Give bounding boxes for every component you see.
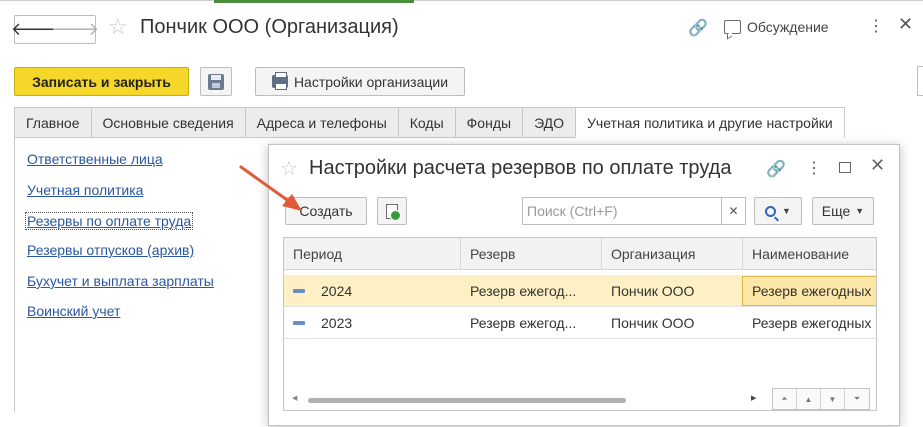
sidebar-item-accounting-policy[interactable]: Учетная политика (27, 182, 143, 198)
org-cell: Пончик ООО (611, 315, 695, 331)
maximize-icon[interactable] (839, 162, 851, 173)
toolbar-overflow-edge (917, 66, 923, 96)
tab-addresses[interactable]: Адреса и телефоны (244, 107, 398, 138)
annotation-arrow (239, 165, 302, 211)
favorite-star-icon[interactable]: ☆ (108, 14, 128, 40)
copy-doc-icon (386, 203, 401, 221)
column-header[interactable]: Наименование (743, 238, 876, 270)
link-icon[interactable]: 🔗 (688, 18, 708, 38)
reserves-settings-dialog: ☆ Настройки расчета резервов по оплате т… (268, 144, 900, 426)
save-and-close-button[interactable]: Записать и закрыть (14, 67, 189, 96)
search-icon (765, 205, 777, 217)
top-strip (0, 0, 923, 4)
save-button[interactable] (200, 67, 232, 96)
nav-group: 🡐 🡒 (11, 15, 99, 44)
column-header[interactable]: Организация (602, 238, 743, 270)
more-menu-icon[interactable]: ⋮ (868, 16, 884, 36)
printer-icon (271, 72, 288, 90)
more-label: Еще (821, 203, 851, 219)
sidebar-item-accounting-payout[interactable]: Бухучет и выплата зарплаты (27, 273, 214, 289)
tab-basic-info[interactable]: Основные сведения (90, 107, 245, 138)
floppy-icon (208, 73, 224, 90)
back-button[interactable]: 🡐 (11, 16, 59, 43)
table-row[interactable]: 2024 Резерв ежегод... Пончик ООО Резерв … (284, 275, 876, 307)
search-input[interactable]: Поиск (Ctrl+F) (522, 197, 722, 225)
period-value: 2023 (321, 315, 353, 331)
table-row[interactable]: 2023 Резерв ежегод... Пончик ООО Резерв … (284, 307, 876, 339)
tab-accounting-policy[interactable]: Учетная политика и другие настройки (575, 107, 845, 138)
period-cell: 2024 (284, 275, 461, 307)
top-divider (0, 0, 923, 1)
org-settings-button[interactable]: Настройки организации (255, 67, 465, 96)
sidebar-item-responsible[interactable]: Ответственные лица (27, 151, 163, 167)
column-header[interactable]: Период (284, 238, 461, 270)
name-cell: Резерв ежегодных (752, 315, 872, 331)
arrow-right-icon: 🡒 (50, 19, 100, 39)
reserves-table: Период Резерв Организация Наименование 2… (283, 237, 877, 411)
sidebar-item-payroll-reserves[interactable]: Резервы по оплате труда (25, 212, 194, 230)
discussion-button[interactable]: Обсуждение (724, 19, 829, 35)
list-navigation: ⏶ ▲ ▼ ⏷ (772, 388, 870, 410)
org-settings-label: Настройки организации (293, 73, 449, 90)
horizontal-scrollbar[interactable]: ◀ ▶ (292, 395, 760, 405)
name-cell: Резерв ежегодных (742, 276, 876, 306)
go-down-icon[interactable]: ▼ (821, 389, 845, 409)
table-header: Период Резерв Организация Наименование (284, 238, 876, 270)
chevron-down-icon: ▼ (782, 206, 791, 216)
reserve-cell: Резерв ежегод... (470, 283, 577, 299)
scroll-thumb[interactable] (308, 398, 626, 403)
search-button[interactable]: ▼ (754, 197, 802, 225)
column-header[interactable]: Резерв (461, 238, 602, 270)
discussion-label: Обсуждение (747, 19, 829, 35)
record-icon (293, 321, 305, 325)
chat-icon (724, 20, 741, 34)
dialog-title: Настройки расчета резервов по оплате тру… (309, 157, 732, 179)
tab-bar: Главное Основные сведения Адреса и телеф… (14, 107, 845, 138)
close-icon[interactable]: ✕ (870, 155, 885, 176)
tab-main[interactable]: Главное (14, 107, 91, 138)
more-menu-icon[interactable]: ⋮ (806, 158, 822, 178)
more-button[interactable]: Еще ▼ (812, 197, 874, 225)
close-icon[interactable]: ✕ (898, 14, 913, 35)
period-cell: 2023 (284, 307, 461, 339)
active-window-indicator (214, 0, 414, 3)
link-icon[interactable]: 🔗 (766, 159, 786, 179)
content-border (14, 137, 15, 412)
sidebar-item-military[interactable]: Воинский учет (27, 303, 120, 319)
go-last-icon[interactable]: ⏷ (845, 389, 869, 409)
tab-funds[interactable]: Фонды (454, 107, 523, 138)
tab-edo[interactable]: ЭДО (522, 107, 576, 138)
forward-button[interactable]: 🡒 (51, 16, 99, 43)
org-cell: Пончик ООО (611, 283, 695, 299)
tab-codes[interactable]: Коды (397, 107, 455, 138)
chevron-down-icon: ▼ (855, 206, 865, 216)
scroll-left-icon[interactable]: ◀ (292, 394, 297, 402)
page-title: Пончик ООО (Организация) (140, 16, 399, 38)
go-up-icon[interactable]: ▲ (797, 389, 821, 409)
sidebar-item-vacation-reserves[interactable]: Резервы отпусков (архив) (27, 242, 194, 258)
go-first-icon[interactable]: ⏶ (773, 389, 797, 409)
reserve-cell: Резерв ежегод... (470, 315, 577, 331)
copy-button[interactable] (377, 197, 407, 225)
clear-search-icon[interactable]: ✕ (722, 197, 746, 225)
record-icon (293, 289, 305, 293)
scroll-right-icon[interactable]: ▶ (751, 394, 756, 402)
period-value: 2024 (321, 283, 353, 299)
